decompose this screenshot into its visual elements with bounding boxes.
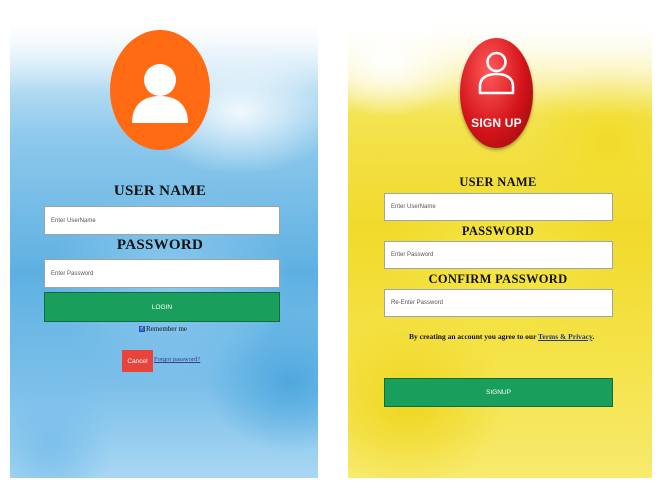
- forgot-password-link[interactable]: Forgot password?: [154, 356, 200, 363]
- signup-confirm-input[interactable]: Re-Enter Password: [384, 289, 613, 317]
- terms-suffix: .: [592, 332, 595, 341]
- signup-confirm-label: CONFIRM PASSWORD: [428, 272, 568, 286]
- user-icon: [110, 30, 210, 150]
- signup-username-input[interactable]: Enter UserName: [384, 193, 613, 221]
- signup-badge: SIGN UP: [460, 38, 533, 148]
- login-button[interactable]: LOGIN: [44, 292, 280, 322]
- signup-password-input[interactable]: Enter Password: [384, 241, 613, 269]
- signup-button[interactable]: SIGNUP: [384, 378, 613, 407]
- login-username-label: USER NAME: [113, 183, 207, 199]
- login-username-input[interactable]: Enter UserName: [44, 206, 280, 235]
- remember-checkbox[interactable]: ✓: [139, 326, 145, 332]
- terms-notice: By creating an account you agree to our …: [409, 332, 594, 341]
- signup-badge-text: SIGN UP: [471, 116, 522, 130]
- terms-privacy-link[interactable]: Terms & Privacy: [538, 332, 592, 341]
- page: USER NAME Enter UserName PASSWORD Enter …: [0, 0, 663, 489]
- login-password-label: PASSWORD: [116, 237, 204, 253]
- terms-prefix: By creating an account you agree to our: [409, 332, 537, 341]
- signup-username-label: USER NAME: [459, 175, 537, 189]
- login-password-input[interactable]: Enter Password: [44, 259, 280, 288]
- remember-label: Remember me: [146, 325, 188, 333]
- cancel-button[interactable]: Cancel: [122, 350, 153, 372]
- remember-me[interactable]: ✓ Remember me: [139, 325, 187, 333]
- signup-password-label: PASSWORD: [461, 224, 535, 238]
- user-outline-icon: [478, 51, 515, 95]
